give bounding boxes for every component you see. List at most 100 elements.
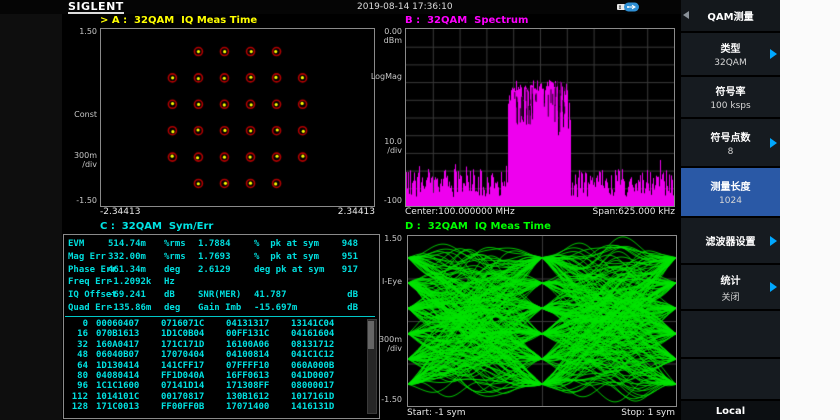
- result-cell: 917: [340, 264, 360, 277]
- quadrant-b-header: B : 32QAM Spectrum: [405, 15, 528, 26]
- symbol-hex-cell: 1D130414: [96, 361, 153, 371]
- symbol-index: 128: [68, 402, 88, 412]
- result-cell: dB: [340, 302, 360, 315]
- softkey-label: 类型: [721, 40, 741, 55]
- result-cell: dB: [164, 289, 198, 302]
- symbol-index: 0: [68, 319, 88, 329]
- symbol-hex-cell: 1416131D: [291, 402, 348, 412]
- top-status-bar: SIGLENT 2019-08-14 17:36:10: [0, 0, 780, 14]
- symbol-hex-cell: 1C1C1600: [96, 381, 153, 391]
- result-cell: Mag Err: [68, 251, 108, 264]
- result-cell: Quad Err: [68, 302, 108, 315]
- symbol-hex-cell: 141CFF17: [161, 361, 218, 371]
- result-cell: -69.241: [108, 289, 164, 302]
- result-cell: EVM: [68, 238, 108, 251]
- symbol-row: 16070B16131D1C0B0400FF131C04161604: [68, 329, 348, 339]
- symbol-row: 96 1C1C1600 07141D14 171308FF 08000017: [68, 381, 348, 391]
- symbol-hex-cell: 171308FF: [226, 381, 283, 391]
- b-ref-unit-label: dBm: [362, 36, 402, 45]
- result-cell: 1.7693: [198, 251, 254, 264]
- result-cell: IQ Offset: [68, 289, 108, 302]
- left-margin: [0, 14, 62, 420]
- softkey-value: 关闭: [721, 290, 739, 303]
- result-cell: 514.74m: [108, 238, 164, 251]
- b-trace-format-label: LogMag: [362, 72, 402, 81]
- softkey-符号点数[interactable]: 符号点数8: [681, 117, 780, 166]
- symbol-hex-cell: 060A000B: [291, 361, 348, 371]
- usb-icon: [616, 2, 640, 12]
- symbol-index: 32: [68, 340, 88, 350]
- symbol-hex-cell: 171C0013: [96, 402, 153, 412]
- result-cell: 951: [340, 251, 360, 264]
- symbol-hex-cell: 0716071C: [161, 319, 218, 329]
- result-cell: % pk at sym: [254, 251, 340, 264]
- local-button[interactable]: Local: [681, 399, 780, 420]
- symbol-hex-cell: 041D0007: [291, 371, 348, 381]
- symbol-index: 64: [68, 361, 88, 371]
- b-center-freq-label: Center:100.000000 MHz: [405, 207, 515, 217]
- softkey-测量长度[interactable]: 测量长度1024: [681, 166, 780, 216]
- softkey-符号率[interactable]: 符号率100 ksps: [681, 75, 780, 117]
- d-stop-label: Stop: 1 sym: [575, 408, 675, 418]
- instrument-display: SIGLENT 2019-08-14 17:36:10 > A : 32QAM …: [0, 0, 780, 420]
- symbol-hex-cell: 08131712: [291, 340, 348, 350]
- result-row: EVM514.74m%rms1.7884% pk at sym948: [68, 238, 360, 251]
- symbol-row: 4806040B071707040404100814041C1C12: [68, 350, 348, 360]
- symbol-hex-cell: 041C1C12: [291, 350, 348, 360]
- symbol-hex-cell: 07141D14: [161, 381, 218, 391]
- d-start-label: Start: -1 sym: [407, 408, 466, 418]
- chevron-right-icon: [770, 236, 777, 246]
- a-ymax-label: 1.50: [57, 27, 97, 36]
- symbol-hex-cell: 04131317: [226, 319, 283, 329]
- b-scale-label: 10.0: [362, 137, 402, 146]
- softkey-menu: QAM测量 类型32QAM符号率100 ksps符号点数8测量长度1024滤波器…: [681, 0, 780, 420]
- a-scale-label: 300m: [57, 151, 97, 160]
- result-cell: Phase Err: [68, 264, 108, 277]
- result-cell: 2.6129: [198, 264, 254, 277]
- symbol-hex-cell: 13141C04: [291, 319, 348, 329]
- result-cell: 41.787: [254, 289, 340, 302]
- chevron-left-icon[interactable]: [683, 11, 689, 19]
- symbol-hex-cell: 08000017: [291, 381, 348, 391]
- a-xmax-label: 2.34413: [275, 207, 375, 217]
- result-cell: dB: [340, 289, 360, 302]
- result-cell: -15.697m: [254, 302, 340, 315]
- symbol-hex-cell: 04100814: [226, 350, 283, 360]
- spectrum-canvas: [406, 29, 674, 206]
- symbol-row: 0 00060407 0716071C 04131317 13141C04: [68, 319, 348, 329]
- softkey-value: 32QAM: [714, 58, 746, 68]
- softkey-value: 8: [728, 147, 734, 157]
- result-cell: -1.2092k: [108, 276, 164, 289]
- table-separator: [65, 316, 375, 317]
- result-cell: [254, 276, 340, 289]
- symbol-index: 80: [68, 371, 88, 381]
- constellation-plot: [100, 28, 375, 207]
- softkey-统计[interactable]: 统计关闭: [681, 263, 780, 309]
- b-ymin-label: -100: [362, 196, 402, 205]
- datetime-label: 2019-08-14 17:36:10: [357, 2, 453, 12]
- symbol-hex-cell: 17071400: [226, 402, 283, 412]
- result-cell: Gain Imb: [198, 302, 254, 315]
- symbol-hex-cell: 1017161D: [291, 392, 348, 402]
- softkey-label: 符号率: [716, 83, 746, 98]
- softkey-label: 滤波器设置: [706, 233, 756, 248]
- a-trace-format-label: Const: [57, 110, 97, 119]
- symbol-hex-cell: 00FF131C: [226, 329, 283, 339]
- symbol-hex-cell: 1014101C: [96, 392, 153, 402]
- softkey-label: 测量长度: [711, 178, 751, 193]
- symbol-hex-cell: 070B1613: [96, 329, 153, 339]
- softkey-滤波器设置[interactable]: 滤波器设置: [681, 216, 780, 263]
- eye-diagram-canvas: [408, 236, 676, 406]
- softkey-类型[interactable]: 类型 32QAM: [681, 31, 780, 75]
- symbol-hex-cell: 130B1612: [226, 392, 283, 402]
- b-scale-unit-label: /div: [362, 146, 402, 155]
- siglent-qam-analyzer-screen: SIGLENT 2019-08-14 17:36:10 > A : 32QAM …: [0, 0, 840, 420]
- symbol-hex-cell: 16100A06: [226, 340, 283, 350]
- symbol-index: 48: [68, 350, 88, 360]
- chevron-right-icon: [770, 282, 777, 292]
- result-cell: -135.86m: [108, 302, 164, 315]
- symbol-index: 96: [68, 381, 88, 391]
- softkey-label: 统计: [721, 272, 741, 287]
- symbol-hex-cell: 00060407: [96, 319, 153, 329]
- b-ref-label: 0.00: [362, 27, 402, 36]
